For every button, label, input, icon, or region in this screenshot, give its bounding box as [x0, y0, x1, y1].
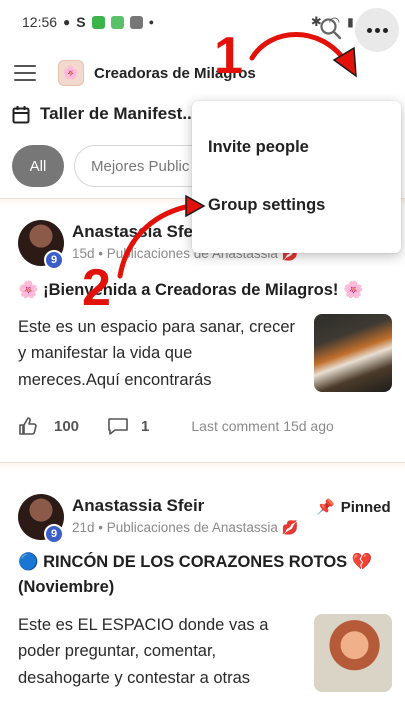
- pin-icon: 📌: [316, 499, 335, 516]
- pinned-badge: 📌 Pinned: [316, 498, 391, 517]
- post-card[interactable]: 9 Anastassia Sfeir 15d • Publicaciones d…: [0, 220, 405, 460]
- calendar-icon: [12, 105, 30, 123]
- filter-all-chip[interactable]: All: [12, 145, 64, 187]
- green-app-notification-icon: [91, 15, 105, 29]
- event-label: Taller de Manifest...: [40, 104, 197, 123]
- s-app-notification-icon: S: [76, 14, 86, 30]
- more-dots-icon: [366, 27, 372, 33]
- signal-icon: ▮: [347, 15, 354, 29]
- level-badge: 9: [44, 250, 64, 270]
- more-notifications-dot-icon: ●: [148, 17, 155, 27]
- comment-icon[interactable]: [107, 416, 129, 436]
- post-meta: 21d • Publicaciones de Anastassia 💋: [72, 520, 299, 535]
- like-count: 100: [54, 417, 80, 435]
- app-bar: 🌸 Creadoras de Milagros: [0, 44, 405, 102]
- level-badge: 9: [44, 524, 64, 544]
- more-options-button[interactable]: [355, 8, 399, 52]
- app-notification-icon: [129, 15, 143, 29]
- post-thumbnail[interactable]: [314, 314, 392, 392]
- author-name[interactable]: Anastassia Sfeir: [72, 496, 204, 516]
- pinned-label: Pinned: [340, 498, 391, 516]
- post-thumbnail[interactable]: [314, 614, 392, 692]
- post-title: 🔵 RINCÓN DE LOS CORAZONES ROTOS 💔 (Novie…: [18, 553, 373, 596]
- comment-count: 1: [141, 417, 150, 435]
- group-avatar[interactable]: 🌸: [58, 60, 84, 86]
- menu-icon[interactable]: [14, 65, 36, 81]
- divider: [0, 462, 405, 470]
- status-time: 12:56: [22, 14, 58, 30]
- post-body: Este es EL ESPACIO donde vas a poder pre…: [18, 616, 269, 687]
- last-comment: Last comment 15d ago: [191, 418, 334, 434]
- like-icon[interactable]: [18, 416, 38, 436]
- event-row[interactable]: Taller de Manifest...: [12, 100, 197, 128]
- post-card[interactable]: 9 Anastassia Sfeir 21d • Publicaciones d…: [0, 494, 405, 720]
- annotation-step-2: 2: [82, 259, 111, 317]
- annotation-step-1: 1: [214, 27, 243, 85]
- group-settings-menu-item[interactable]: Group settings: [192, 176, 401, 234]
- invite-people-menu-item[interactable]: Invite people: [192, 118, 401, 176]
- overflow-menu: Invite people Group settings: [192, 101, 401, 253]
- post-title: 🌸 ¡Bienvenida a Creadoras de Milagros! 🌸: [18, 281, 364, 299]
- green-app-notification-icon-2: [110, 15, 124, 29]
- author-name[interactable]: Anastassia Sfeir: [72, 222, 204, 242]
- search-icon[interactable]: [318, 16, 344, 42]
- status-bar: 12:56 ● S ● ✱ ◠ ▮ 96: [0, 0, 405, 44]
- chat-notification-icon: ●: [63, 15, 71, 29]
- post-stats: 100 1 Last comment 15d ago: [18, 416, 334, 436]
- post-body: Este es un espacio para sanar, crecer y …: [18, 318, 295, 389]
